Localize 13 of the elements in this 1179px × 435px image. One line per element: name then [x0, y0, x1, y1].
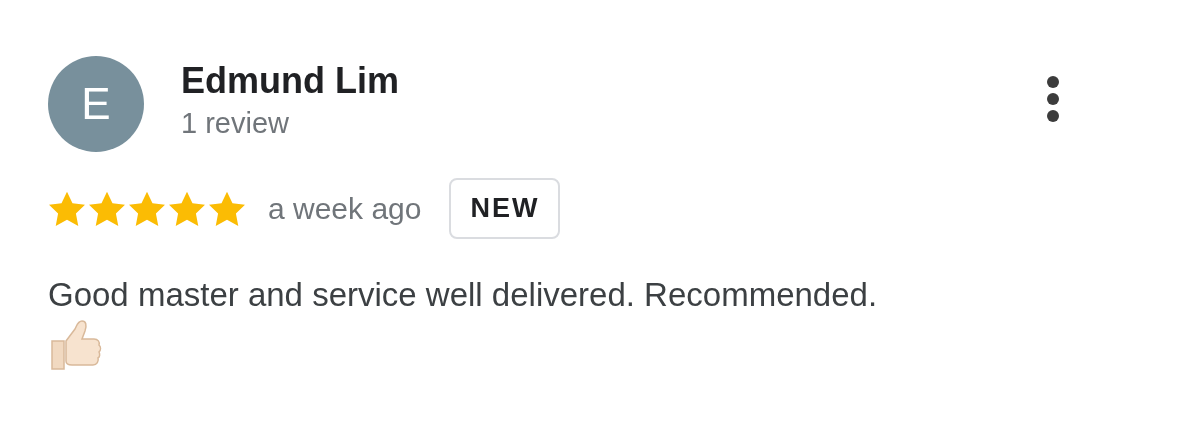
- star-icon: [208, 190, 246, 227]
- new-badge: NEW: [449, 178, 561, 239]
- reviewer-name[interactable]: Edmund Lim: [181, 59, 1046, 103]
- star-icon: [128, 190, 166, 227]
- review-text: Good master and service well delivered. Recommended.: [48, 275, 879, 315]
- thumbs-up-icon: [48, 319, 102, 371]
- star-icon: [48, 190, 86, 227]
- avatar: E: [48, 56, 144, 152]
- star-icon: [168, 190, 206, 227]
- more-options-icon[interactable]: [1046, 75, 1060, 123]
- review-count: 1 review: [181, 106, 290, 141]
- review-time: a week ago: [268, 191, 422, 226]
- star-icon: [88, 190, 126, 227]
